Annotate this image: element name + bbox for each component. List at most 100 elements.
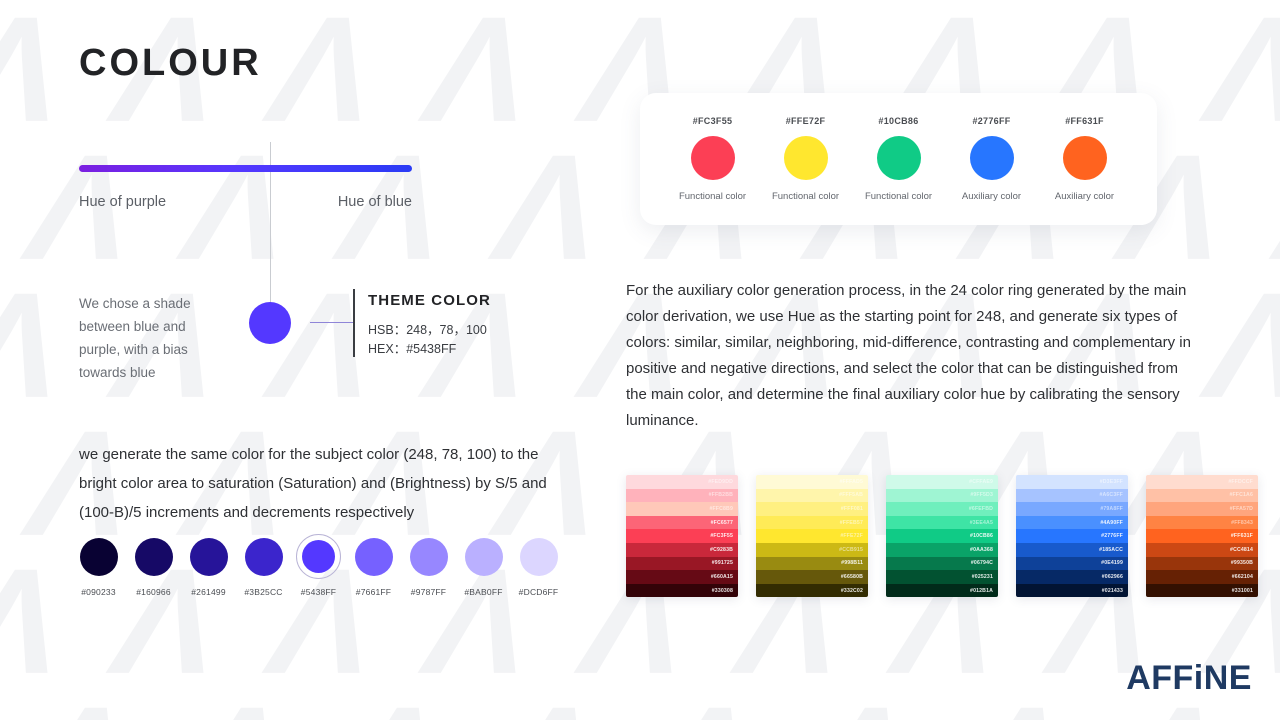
palette-row[interactable]: #FFC8B9 bbox=[626, 502, 738, 516]
palette-row[interactable]: #FF8343 bbox=[1146, 515, 1258, 530]
palette-row[interactable]: #332C02 bbox=[756, 583, 868, 598]
functional-color-item[interactable]: #10CB86 Functional color bbox=[855, 116, 943, 202]
palette-row[interactable]: #0AA368 bbox=[886, 542, 998, 557]
palette-row[interactable]: #A6C3FF bbox=[1016, 488, 1128, 503]
palette-hex-label: #9FF5D3 bbox=[970, 492, 993, 499]
hue-label-right: Hue of blue bbox=[337, 194, 412, 210]
purple-ramp-hex-label: #5438FF bbox=[300, 587, 337, 597]
shade-generation-paragraph: we generate the same color for the subje… bbox=[79, 446, 547, 521]
palette-row[interactable]: #662104 bbox=[1146, 570, 1258, 584]
palette-row[interactable]: #FFE72F bbox=[756, 529, 868, 543]
purple-ramp-item[interactable]: #5438FF bbox=[296, 534, 341, 597]
palette-row[interactable]: #D3E3FF bbox=[1016, 475, 1128, 489]
purple-ramp-swatch[interactable] bbox=[131, 534, 176, 579]
theme-color-swatch bbox=[249, 302, 291, 344]
palette-hex-label: #0AA368 bbox=[970, 546, 993, 553]
palette-row[interactable]: #66580B bbox=[756, 570, 868, 584]
color-dot bbox=[302, 540, 335, 573]
palette-row[interactable]: #99350B bbox=[1146, 556, 1258, 571]
purple-ramp-item[interactable]: #090233 bbox=[76, 534, 121, 597]
palette-row[interactable]: #FED9DD bbox=[626, 475, 738, 489]
palette-hex-label: #2776FF bbox=[1101, 533, 1123, 540]
palette-row[interactable]: #FC3F55 bbox=[626, 529, 738, 543]
palette-row[interactable]: #FFA57D bbox=[1146, 502, 1258, 516]
purple-ramp-swatch-selected[interactable] bbox=[296, 534, 341, 579]
palette-row[interactable]: #6FEFBD bbox=[886, 502, 998, 516]
palette-row[interactable]: #331001 bbox=[1146, 583, 1258, 598]
palette-row[interactable]: #0E4199 bbox=[1016, 556, 1128, 571]
palette-row[interactable]: #FFF081 bbox=[756, 502, 868, 516]
color-dot bbox=[189, 537, 228, 576]
palette-row[interactable]: #CC4814 bbox=[1146, 542, 1258, 557]
palette-row[interactable]: #C9283B bbox=[626, 542, 738, 557]
purple-ramp-item[interactable]: #DCD6FF bbox=[516, 534, 561, 597]
purple-ramp-swatch[interactable] bbox=[516, 534, 561, 579]
functional-color-item[interactable]: #FFE72F Functional color bbox=[762, 116, 850, 202]
theme-color-heading: THEME COLOR bbox=[368, 292, 491, 309]
hue-scale: Hue of purple Hue of blue bbox=[79, 165, 412, 210]
palette-row[interactable]: #660A15 bbox=[626, 570, 738, 584]
functional-color-dot bbox=[1062, 136, 1107, 180]
red-palette: #FED9DD #FFB2BB #FFC8B9 #FC6577 #FC3F55 #C928… bbox=[626, 475, 738, 598]
palette-row[interactable]: #FF631F bbox=[1146, 529, 1258, 543]
purple-ramp-hex-label: #160966 bbox=[136, 587, 171, 597]
palette-row[interactable]: #185ACC bbox=[1016, 542, 1128, 557]
affine-logo: AFFiNE bbox=[1126, 659, 1252, 697]
purple-ramp-swatch[interactable] bbox=[351, 534, 396, 579]
purple-color-ramp: #090233 #160966 #261499 #3B25CC #5438FF #7661… bbox=[76, 534, 561, 597]
palette-hex-label: #FFC8B9 bbox=[709, 505, 733, 512]
functional-color-item[interactable]: #FF631F Auxiliary color bbox=[1041, 116, 1129, 202]
color-dot bbox=[354, 537, 393, 576]
palette-hex-label: #FF631F bbox=[1230, 533, 1253, 540]
purple-ramp-swatch[interactable] bbox=[76, 534, 121, 579]
purple-ramp-hex-label: #DCD6FF bbox=[518, 587, 559, 597]
palette-row[interactable]: #FFB2BB bbox=[626, 488, 738, 503]
palette-row[interactable]: #FFF5AB bbox=[756, 488, 868, 503]
palette-row[interactable]: #4A90FF bbox=[1016, 515, 1128, 530]
palette-row[interactable]: #3EE4A5 bbox=[886, 515, 998, 530]
palette-row[interactable]: #10CB86 bbox=[886, 529, 998, 543]
palette-row[interactable]: #FFFAD5 bbox=[756, 475, 868, 489]
palette-row[interactable]: #FFC1A6 bbox=[1146, 488, 1258, 503]
functional-color-item[interactable]: #FC3F55 Functional color bbox=[669, 116, 757, 202]
palette-row[interactable]: #FFEB57 bbox=[756, 515, 868, 530]
purple-ramp-hex-label: #3B25CC bbox=[244, 587, 283, 597]
palette-hex-label: #4A90FF bbox=[1100, 519, 1123, 526]
palette-row[interactable]: #FC6577 bbox=[626, 515, 738, 530]
palette-row[interactable]: #FFDCCF bbox=[1146, 475, 1258, 489]
purple-ramp-swatch[interactable] bbox=[186, 534, 231, 579]
purple-ramp-item[interactable]: #3B25CC bbox=[241, 534, 286, 597]
purple-ramp-item[interactable]: #7661FF bbox=[351, 534, 396, 597]
palette-row[interactable]: #998B11 bbox=[756, 556, 868, 571]
purple-ramp-item[interactable]: #160966 bbox=[131, 534, 176, 597]
purple-ramp-item[interactable]: #9787FF bbox=[406, 534, 451, 597]
palette-row[interactable]: #06794C bbox=[886, 556, 998, 571]
functional-color-item[interactable]: #2776FF Auxiliary color bbox=[948, 116, 1036, 202]
theme-hex-value: HEX：#5438FF bbox=[368, 342, 457, 356]
purple-ramp-swatch[interactable] bbox=[406, 534, 451, 579]
palette-hex-label: #CFFAE9 bbox=[969, 478, 993, 485]
palette-hex-label: #0E4199 bbox=[1101, 560, 1123, 567]
palette-row[interactable]: #021433 bbox=[1016, 583, 1128, 598]
purple-ramp-item[interactable]: #BAB0FF bbox=[461, 534, 506, 597]
palette-row[interactable]: #CFFAE9 bbox=[886, 475, 998, 489]
palette-row[interactable]: #991725 bbox=[626, 556, 738, 571]
palette-row[interactable]: #2776FF bbox=[1016, 529, 1128, 543]
palette-hex-label: #662104 bbox=[1231, 573, 1253, 580]
purple-ramp-swatch[interactable] bbox=[241, 534, 286, 579]
palette-row[interactable]: #062966 bbox=[1016, 570, 1128, 584]
palette-row[interactable]: #330308 bbox=[626, 583, 738, 598]
purple-ramp-hex-label: #9787FF bbox=[410, 587, 447, 597]
functional-color-dot bbox=[690, 136, 735, 180]
palette-row[interactable]: #012B1A bbox=[886, 583, 998, 598]
palette-hex-label: #A6C3FF bbox=[1099, 492, 1123, 499]
purple-ramp-item[interactable]: #261499 bbox=[186, 534, 231, 597]
purple-ramp-swatch[interactable] bbox=[461, 534, 506, 579]
palette-row[interactable]: #CCB915 bbox=[756, 542, 868, 557]
palette-row[interactable]: #79A8FF bbox=[1016, 502, 1128, 516]
blue-palette: #D3E3FF #A6C3FF #79A8FF #4A90FF #2776FF #185A… bbox=[1016, 475, 1128, 598]
palette-row[interactable]: #9FF5D3 bbox=[886, 488, 998, 503]
purple-ramp-hex-label: #BAB0FF bbox=[464, 587, 503, 597]
palette-hex-label: #CCB915 bbox=[839, 546, 863, 553]
palette-row[interactable]: #025231 bbox=[886, 570, 998, 584]
